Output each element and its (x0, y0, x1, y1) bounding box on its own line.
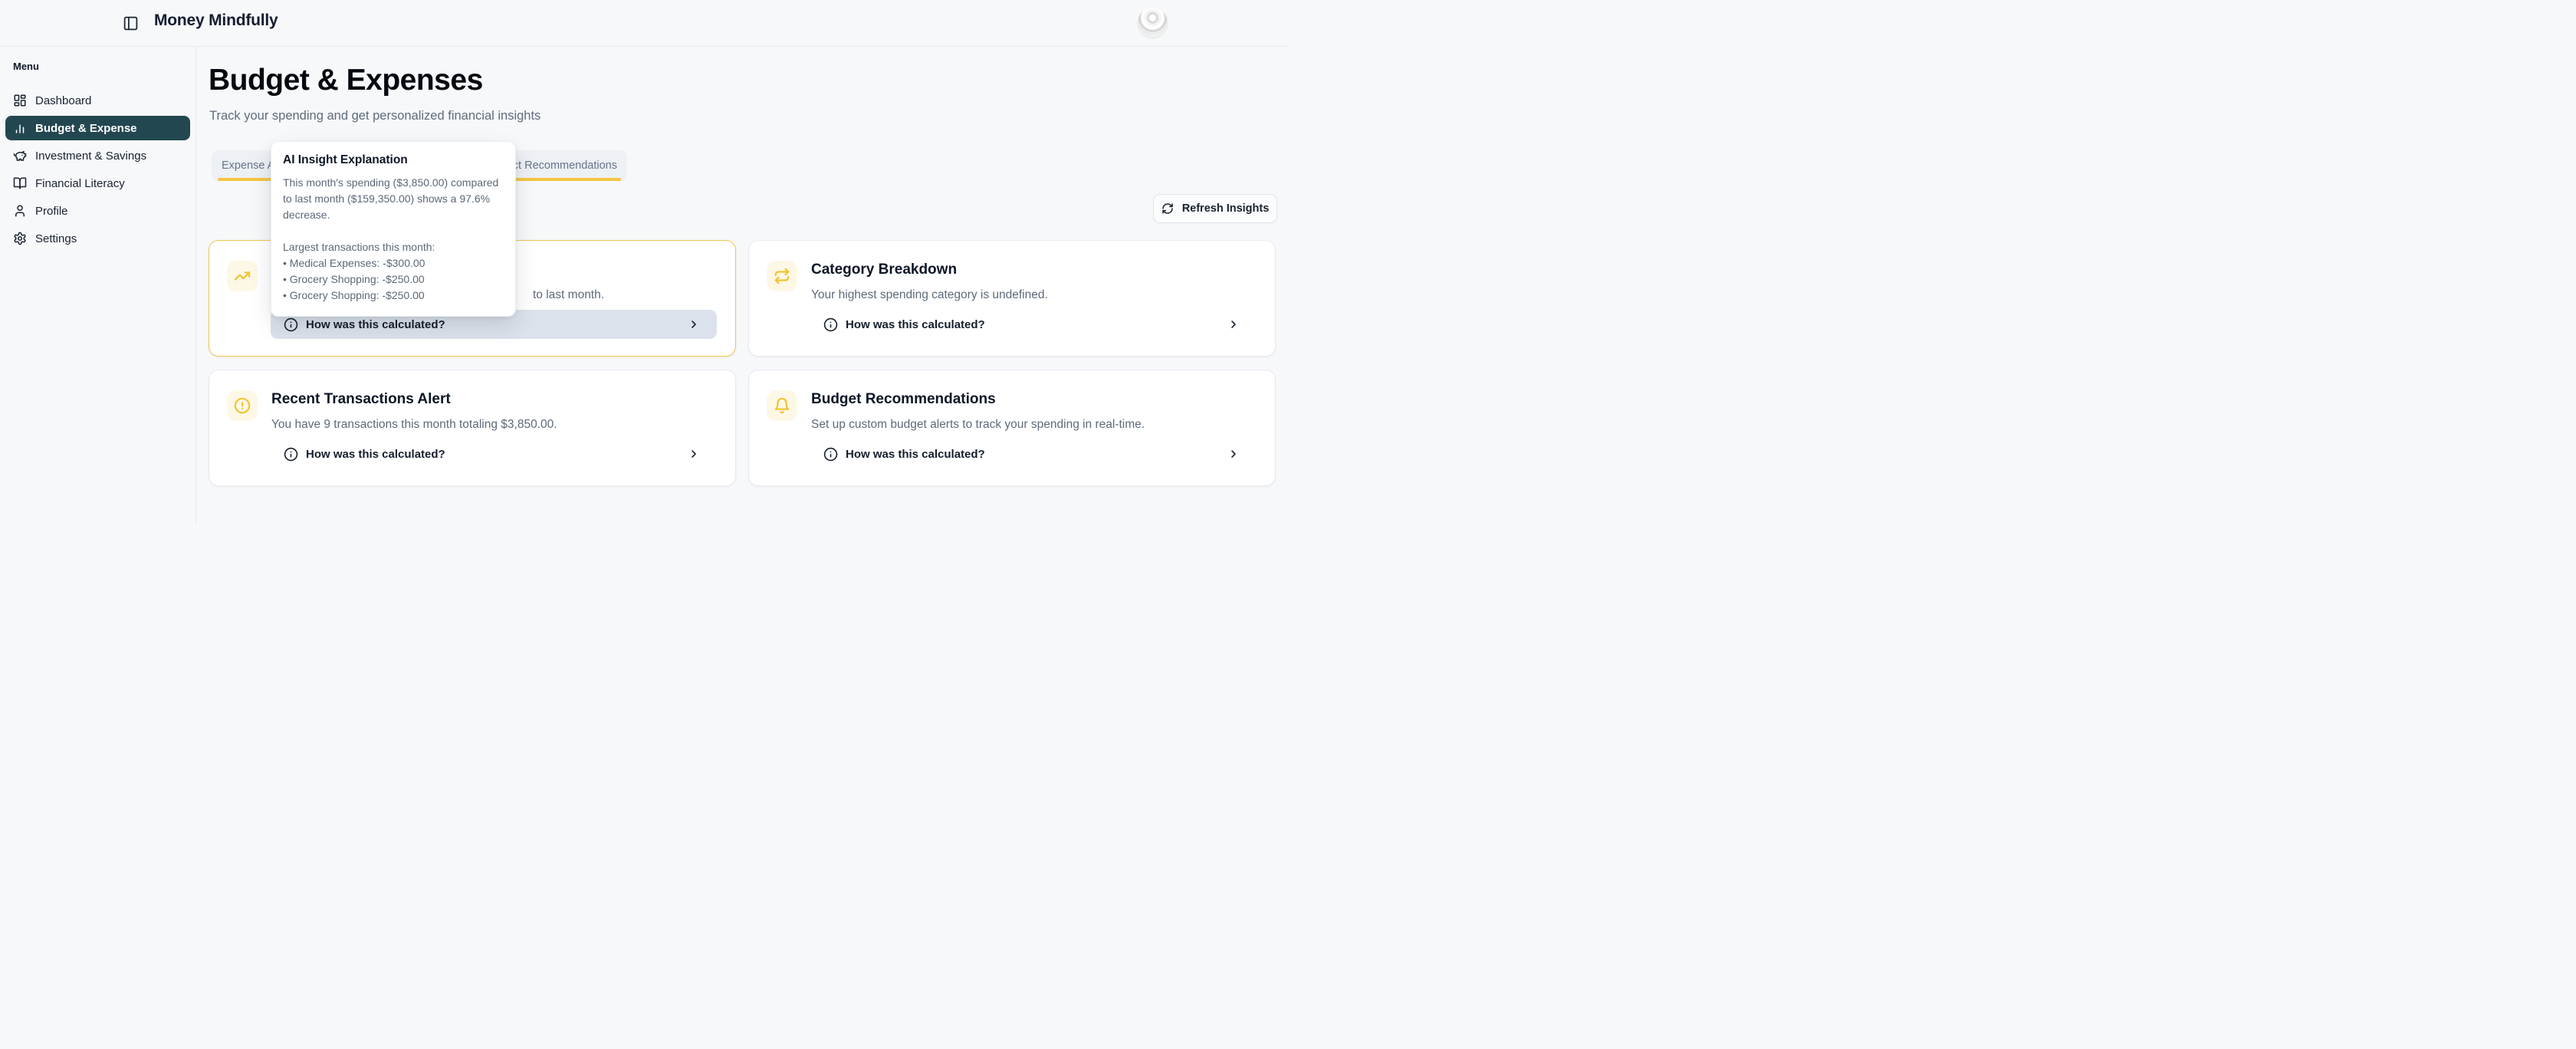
sidebar-item-label: Financial Literacy (35, 177, 125, 190)
user-avatar[interactable] (1138, 8, 1168, 38)
card-budget-recommendations: Budget Recommendations Set up custom bud… (748, 370, 1276, 486)
book-open-icon (13, 176, 27, 190)
card-desc: Your highest spending category is undefi… (811, 288, 1048, 302)
trending-up-icon (227, 261, 258, 291)
card-title: Category Breakdown (811, 261, 957, 278)
sidebar-item-label: Investment & Savings (35, 150, 146, 163)
sidebar-item-profile[interactable]: Profile (5, 199, 190, 223)
tooltip-body: This month's spending ($3,850.00) compar… (283, 175, 504, 304)
tooltip-bullet: • Grocery Shopping: -$250.00 (283, 288, 504, 304)
bar-chart-icon (13, 121, 27, 135)
refresh-insights-button[interactable]: Refresh Insights (1153, 194, 1277, 223)
info-icon (823, 317, 838, 332)
sidebar-item-label: Budget & Expense (35, 122, 137, 135)
card-category-breakdown: Category Breakdown Your highest spending… (748, 240, 1276, 357)
how-calculated-button[interactable]: How was this calculated? (810, 439, 1257, 469)
tooltip-paragraph: This month's spending ($3,850.00) compar… (283, 175, 504, 223)
card-desc: Set up custom budget alerts to track you… (811, 418, 1145, 432)
top-header: Money Mindfully (0, 0, 1288, 47)
card-recent-transactions: Recent Transactions Alert You have 9 tra… (209, 370, 736, 486)
gear-icon (13, 232, 27, 245)
info-icon (284, 447, 298, 462)
chevron-right-icon (688, 448, 700, 460)
app-root: Money Mindfully Menu Dashboard Budget & … (0, 0, 1288, 524)
tooltip-title: AI Insight Explanation (283, 153, 504, 167)
how-calculated-label: How was this calculated? (306, 318, 445, 331)
alert-circle-icon (227, 390, 258, 421)
how-calculated-label: How was this calculated? (846, 448, 985, 461)
sidebar-toggle-icon[interactable] (123, 15, 139, 31)
info-icon (284, 317, 298, 332)
tooltip-bullet: • Grocery Shopping: -$250.00 (283, 271, 504, 288)
refresh-icon (1162, 202, 1174, 215)
card-title: Recent Transactions Alert (271, 391, 451, 408)
tooltip-bullet: • Medical Expenses: -$300.00 (283, 255, 504, 271)
chevron-right-icon (688, 318, 700, 330)
chevron-right-icon (1227, 318, 1240, 330)
bell-icon (767, 390, 797, 421)
card-title: Budget Recommendations (811, 391, 996, 408)
how-calculated-button[interactable]: How was this calculated? (810, 310, 1257, 339)
piggy-bank-icon (13, 149, 27, 163)
refresh-label: Refresh Insights (1182, 202, 1270, 215)
dashboard-grid-icon (13, 94, 27, 107)
info-icon (823, 447, 838, 462)
tooltip-gap (283, 223, 504, 239)
repeat-icon (767, 261, 797, 291)
sidebar-item-investment-savings[interactable]: Investment & Savings (5, 143, 190, 168)
sidebar-item-label: Dashboard (35, 94, 91, 107)
sidebar-item-financial-literacy[interactable]: Financial Literacy (5, 171, 190, 196)
card-desc-fragment: to last month. (533, 288, 604, 302)
sidebar-item-label: Settings (35, 232, 77, 245)
sidebar: Menu Dashboard Budget & Expense Investme… (0, 46, 196, 524)
sidebar-item-dashboard[interactable]: Dashboard (5, 88, 190, 113)
sidebar-menu-label: Menu (13, 61, 196, 72)
tooltip-list-heading: Largest transactions this month: (283, 239, 504, 255)
sidebar-nav: Dashboard Budget & Expense Investment & … (0, 88, 196, 251)
sidebar-item-settings[interactable]: Settings (5, 226, 190, 251)
chevron-right-icon (1227, 448, 1240, 460)
sidebar-item-budget-expense[interactable]: Budget & Expense (5, 116, 190, 140)
page-title: Budget & Expenses (209, 64, 483, 97)
how-calculated-label: How was this calculated? (846, 318, 985, 331)
ai-insight-tooltip: AI Insight Explanation This month's spen… (271, 141, 516, 317)
how-calculated-button[interactable]: How was this calculated? (271, 439, 717, 469)
how-calculated-label: How was this calculated? (306, 448, 445, 461)
app-title: Money Mindfully (154, 12, 278, 30)
sidebar-item-label: Profile (35, 205, 68, 218)
card-desc: You have 9 transactions this month total… (271, 418, 557, 432)
page-subtitle: Track your spending and get personalized… (209, 109, 540, 123)
user-icon (13, 204, 27, 218)
